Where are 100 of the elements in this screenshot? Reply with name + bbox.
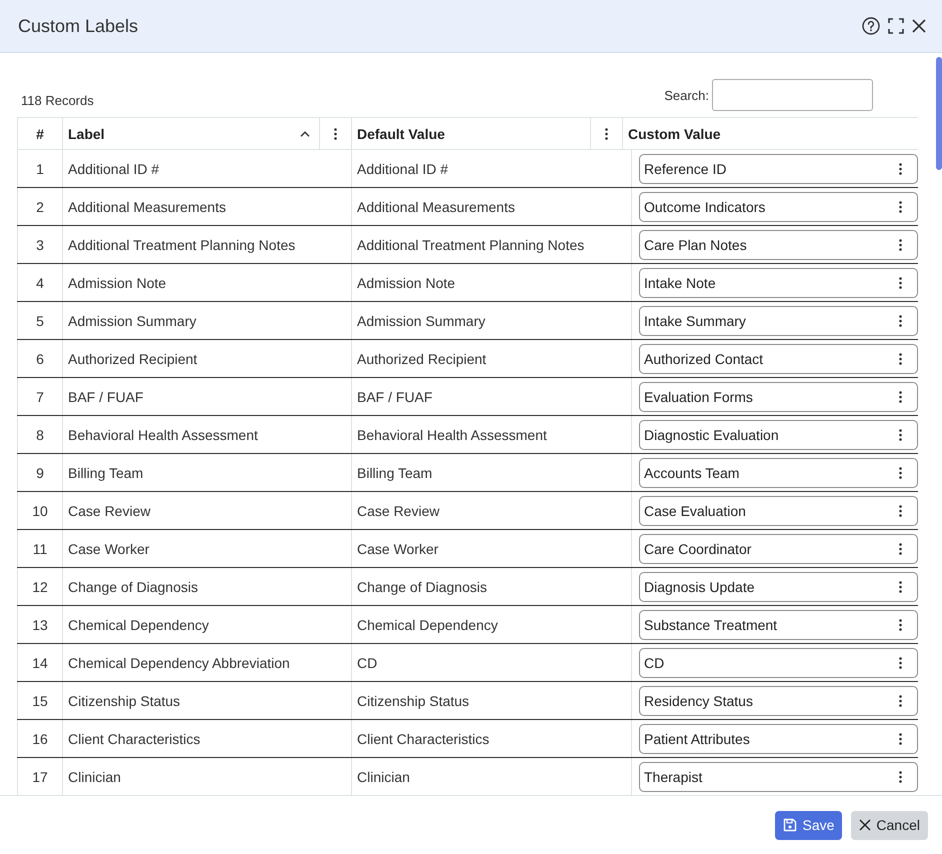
row-number-cell: 1 <box>17 150 62 187</box>
kebab-icon <box>899 618 902 630</box>
row-number-cell: 8 <box>17 416 62 453</box>
kebab-icon <box>899 580 902 592</box>
label-cell: Client Characteristics <box>62 720 351 757</box>
kebab-icon <box>899 428 902 440</box>
row-number-cell: 3 <box>17 226 62 263</box>
row-number-cell: 7 <box>17 378 62 415</box>
row-number-cell: 10 <box>17 492 62 529</box>
value-menu-button[interactable] <box>899 580 902 592</box>
default-value-cell: Change of Diagnosis <box>351 568 631 605</box>
row-number-cell: 6 <box>17 340 62 377</box>
default-value-cell: Admission Note <box>351 264 631 301</box>
default-value-cell: Additional Treatment Planning Notes <box>351 226 631 263</box>
column-header[interactable]: Label <box>62 118 351 149</box>
value-menu-button[interactable] <box>899 694 902 706</box>
custom-value-field[interactable]: Evaluation Forms <box>639 382 918 412</box>
row-number-cell: 14 <box>17 644 62 681</box>
search-field[interactable] <box>712 79 873 111</box>
kebab-icon <box>899 656 902 668</box>
default-value-cell: Case Review <box>351 492 631 529</box>
label-cell: Clinician <box>62 758 351 795</box>
custom-value-field[interactable]: Care Coordinator <box>639 534 918 564</box>
column-header[interactable]: Custom Value <box>622 118 918 149</box>
custom-value-field[interactable]: Diagnostic Evaluation <box>639 420 918 450</box>
close-button[interactable] <box>912 19 926 33</box>
custom-value-field[interactable]: Therapist <box>639 762 918 792</box>
custom-value-field[interactable]: Intake Summary <box>639 306 918 336</box>
value-menu-button[interactable] <box>899 276 902 288</box>
default-value-cell: Admission Summary <box>351 302 631 339</box>
value-menu-button[interactable] <box>899 466 902 478</box>
label-cell: Billing Team <box>62 454 351 491</box>
value-menu-button[interactable] <box>899 428 902 440</box>
value-menu-button[interactable] <box>899 504 902 516</box>
default-value-cell: Client Characteristics <box>351 720 631 757</box>
value-menu-button[interactable] <box>899 352 902 364</box>
custom-value-field[interactable]: Care Plan Notes <box>639 230 918 260</box>
label-cell: Additional Measurements <box>62 188 351 225</box>
label-cell: Behavioral Health Assessment <box>62 416 351 453</box>
search-label: Search: <box>664 88 709 102</box>
default-value-cell: Case Worker <box>351 530 631 567</box>
kebab-icon <box>899 542 902 554</box>
row-number-cell: 2 <box>17 188 62 225</box>
value-menu-button[interactable] <box>899 390 902 402</box>
dialog-title: Custom Labels <box>18 16 138 36</box>
kebab-icon <box>899 200 902 212</box>
default-value-cell: CD <box>351 644 631 681</box>
value-menu-button[interactable] <box>899 238 902 250</box>
custom-value-field[interactable]: Accounts Team <box>639 458 918 488</box>
label-cell: Citizenship Status <box>62 682 351 719</box>
help-button[interactable] <box>862 17 880 35</box>
column-header[interactable]: Default Value <box>351 118 622 149</box>
kebab-icon <box>899 314 902 326</box>
custom-value-field[interactable]: Reference ID <box>639 154 918 184</box>
default-value-cell: Chemical Dependency <box>351 606 631 643</box>
value-menu-button[interactable] <box>899 314 902 326</box>
default-value-cell: Billing Team <box>351 454 631 491</box>
kebab-icon <box>334 128 337 140</box>
kebab-icon <box>899 162 902 174</box>
value-menu-button[interactable] <box>899 162 902 174</box>
custom-value-field[interactable]: Patient Attributes <box>639 724 918 754</box>
custom-value-field[interactable]: Substance Treatment <box>639 610 918 640</box>
default-value-cell: Behavioral Health Assessment <box>351 416 631 453</box>
row-number-cell: 15 <box>17 682 62 719</box>
kebab-icon <box>899 238 902 250</box>
row-number-cell: 17 <box>17 758 62 795</box>
custom-value-field[interactable]: Residency Status <box>639 686 918 716</box>
value-menu-button[interactable] <box>899 618 902 630</box>
caret-up-icon[interactable] <box>300 130 310 136</box>
default-value-cell: Authorized Recipient <box>351 340 631 377</box>
custom-value-field[interactable]: CD <box>639 648 918 678</box>
row-number-cell: 12 <box>17 568 62 605</box>
default-value-cell: Additional ID # <box>351 150 631 187</box>
label-cell: Change of Diagnosis <box>62 568 351 605</box>
custom-value-field[interactable]: Outcome Indicators <box>639 192 918 222</box>
custom-value-field[interactable]: Intake Note <box>639 268 918 298</box>
value-menu-button[interactable] <box>899 200 902 212</box>
default-value-cell: Citizenship Status <box>351 682 631 719</box>
cancel-button[interactable]: Cancel <box>851 810 928 840</box>
custom-value-field[interactable]: Case Evaluation <box>639 496 918 526</box>
value-menu-button[interactable] <box>899 656 902 668</box>
save-button[interactable]: Save <box>775 810 842 840</box>
value-menu-button[interactable] <box>899 732 902 744</box>
fullscreen-button[interactable] <box>888 18 904 34</box>
row-number-cell: 11 <box>17 530 62 567</box>
custom-value-field[interactable]: Authorized Contact <box>639 344 918 374</box>
column-menu-button[interactable] <box>334 128 337 140</box>
value-menu-button[interactable] <box>899 770 902 782</box>
kebab-icon <box>899 732 902 744</box>
kebab-icon <box>899 694 902 706</box>
column-menu-button[interactable] <box>605 128 608 140</box>
value-menu-button[interactable] <box>899 542 902 554</box>
kebab-icon <box>899 352 902 364</box>
custom-value-field[interactable]: Diagnosis Update <box>639 572 918 602</box>
kebab-icon <box>899 390 902 402</box>
default-value-cell: Additional Measurements <box>351 188 631 225</box>
fullscreen-icon <box>888 18 904 34</box>
label-cell: Case Worker <box>62 530 351 567</box>
column-header[interactable]: # <box>17 118 62 149</box>
scrollbar-thumb[interactable] <box>936 57 942 170</box>
